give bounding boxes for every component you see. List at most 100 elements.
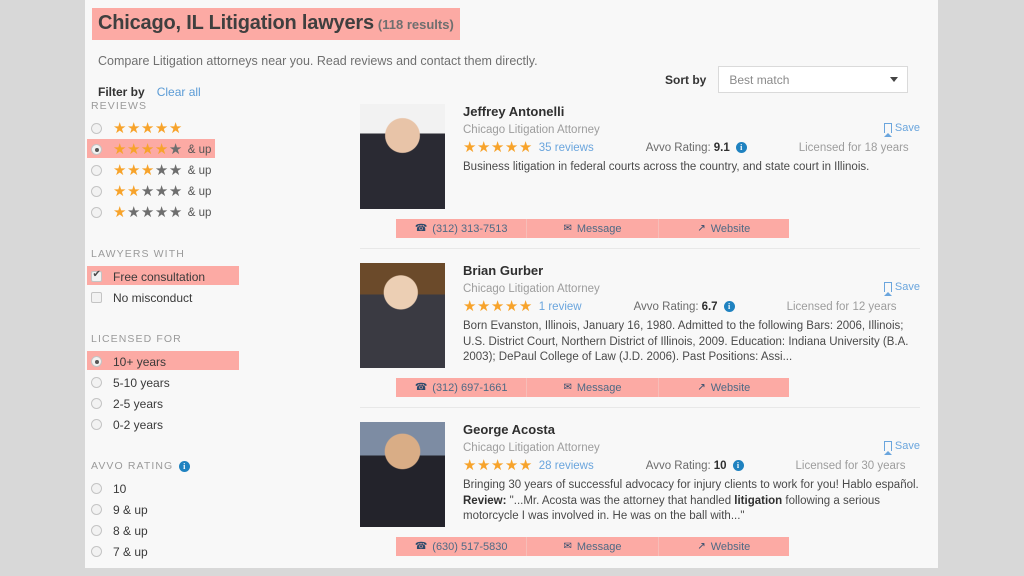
save-label: Save — [894, 440, 920, 452]
call-button[interactable]: ☎ (312) 697-1661 — [396, 378, 526, 397]
description-text: Business litigation in federal courts ac… — [463, 161, 870, 173]
avvo-rating-value: 9.1 — [713, 141, 730, 154]
star-filled-icon: ★ — [126, 183, 141, 200]
listing-meta: ★ ★ ★ ★ ★ 28 reviews Avvo Rating: 10 i Licensed f… — [463, 458, 920, 473]
website-button[interactable]: ↗ Website — [657, 378, 789, 397]
radio-input[interactable] — [91, 186, 102, 197]
licensed-duration: Licensed for 12 years — [786, 300, 897, 313]
avvo-rating-label: Avvo Rating: — [645, 141, 711, 154]
radio-input[interactable] — [91, 356, 102, 367]
lawyer-title: Chicago Litigation Attorney — [463, 442, 600, 454]
radio-input[interactable] — [91, 504, 102, 515]
filter-option[interactable]: 2-5 years — [85, 393, 350, 414]
star-filled-icon: ★ — [154, 120, 169, 137]
checkbox-input[interactable] — [91, 269, 102, 282]
message-button[interactable]: ✉ Message — [526, 537, 657, 556]
listing-actions: ☎ (630) 517-5830 ✉ Message ↗ Website — [396, 537, 789, 556]
bookmark-icon — [883, 282, 892, 296]
radio-input[interactable] — [91, 377, 102, 388]
call-button[interactable]: ☎ (312) 313-7513 — [396, 219, 526, 238]
reviews-link[interactable]: 1 review — [539, 301, 582, 313]
info-icon[interactable]: i — [732, 460, 744, 471]
description-text: Born Evanston, Illinois, January 16, 198… — [463, 320, 909, 363]
bookmark-icon — [883, 123, 892, 137]
filter-option[interactable]: ★ ★ ★ ★ ★ — [85, 118, 350, 139]
filter-option[interactable]: 8 & up — [85, 520, 350, 541]
filter-option[interactable]: 5-10 years — [85, 372, 350, 393]
lawyer-photo[interactable] — [360, 104, 445, 209]
star-filled-icon: ★ — [154, 141, 169, 158]
star-empty-icon: ★ — [154, 204, 169, 221]
star-filled-icon: ★ — [476, 298, 491, 315]
website-button-label: Website — [710, 540, 751, 553]
website-button-label: Website — [710, 222, 751, 235]
website-button[interactable]: ↗ Website — [657, 219, 789, 238]
radio-input[interactable] — [91, 165, 102, 176]
filter-option[interactable]: 9 & up — [85, 499, 350, 520]
info-icon[interactable]: i — [735, 142, 747, 153]
page-title: Chicago, IL Litigation lawyers (118 resul… — [92, 8, 460, 40]
lawyer-title: Chicago Litigation Attorney — [463, 283, 600, 295]
filter-option[interactable]: ★ ★ ★ ★ ★ & up — [85, 139, 350, 160]
message-button[interactable]: ✉ Message — [526, 219, 657, 238]
radio-input[interactable] — [91, 483, 102, 494]
sort-select[interactable]: Best match — [718, 66, 909, 93]
lawyer-name[interactable]: Brian Gurber — [463, 263, 920, 278]
listing-actions: ☎ (312) 313-7513 ✉ Message ↗ Website — [396, 219, 789, 238]
save-button[interactable]: Save — [883, 281, 920, 296]
filter-option[interactable]: 0-2 years — [85, 414, 350, 435]
filter-option[interactable]: No misconduct — [85, 287, 350, 308]
star-filled-icon: ★ — [113, 120, 127, 137]
lawyer-photo[interactable] — [360, 263, 445, 368]
call-button-label: (312) 697-1661 — [432, 381, 508, 394]
envelope-icon: ✉ — [563, 541, 572, 552]
star-rating: ★ ★ ★ ★ ★ — [113, 121, 183, 136]
review-prefix: Review: — [463, 494, 507, 507]
lawyer-name[interactable]: Jeffrey Antonelli — [463, 104, 920, 119]
star-rating: ★ ★ ★ ★ ★ & up — [113, 205, 211, 220]
checkbox-input[interactable] — [91, 292, 102, 303]
info-icon[interactable]: i — [723, 301, 735, 312]
filter-option[interactable]: 10+ years — [85, 351, 350, 372]
results-list: Jeffrey Antonelli Chicago Litigation Atto… — [360, 104, 920, 566]
star-filled-icon: ★ — [476, 139, 491, 156]
save-button[interactable]: Save — [883, 440, 920, 455]
save-button[interactable]: Save — [883, 122, 920, 137]
radio-input[interactable] — [91, 546, 102, 557]
avvo-rating: Avvo Rating: 6.7 i — [634, 301, 735, 313]
lawyer-photo[interactable] — [360, 422, 445, 527]
filter-option[interactable]: ★ ★ ★ ★ ★ & up — [85, 202, 350, 223]
filter-option[interactable]: Free consultation — [85, 266, 350, 287]
radio-input[interactable] — [91, 144, 102, 155]
lawyer-name[interactable]: George Acosta — [463, 422, 920, 437]
avvo-rating: Avvo Rating: 10 i — [646, 460, 744, 472]
lawyer-title: Chicago Litigation Attorney — [463, 124, 600, 136]
star-filled-icon: ★ — [504, 457, 519, 474]
call-button[interactable]: ☎ (630) 517-5830 — [396, 537, 526, 556]
star-empty-icon: ★ — [140, 183, 155, 200]
radio-input[interactable] — [91, 525, 102, 536]
star-suffix-label: & up — [187, 164, 212, 177]
radio-input[interactable] — [91, 123, 102, 134]
avvo-rating: Avvo Rating: 9.1 i — [646, 142, 747, 154]
filter-option[interactable]: 7 & up — [85, 541, 350, 562]
star-empty-icon: ★ — [168, 204, 183, 221]
website-button[interactable]: ↗ Website — [657, 537, 789, 556]
lawyer-listing: Brian Gurber Chicago Litigation Attorney ★… — [360, 248, 920, 407]
radio-input[interactable] — [91, 398, 102, 409]
filter-option[interactable]: ★ ★ ★ ★ ★ & up — [85, 160, 350, 181]
radio-input[interactable] — [91, 419, 102, 430]
star-filled-icon: ★ — [463, 298, 477, 315]
clear-all-link[interactable]: Clear all — [157, 85, 201, 99]
message-button-label: Message — [576, 540, 622, 553]
reviews-link[interactable]: 35 reviews — [539, 142, 594, 154]
info-icon[interactable]: i — [179, 460, 191, 472]
phone-icon: ☎ — [414, 382, 428, 393]
message-button[interactable]: ✉ Message — [526, 378, 657, 397]
radio-input[interactable] — [91, 207, 102, 218]
listing-body: George Acosta Chicago Litigation Attorney… — [360, 422, 920, 527]
call-button-label: (630) 517-5830 — [432, 540, 508, 553]
filter-option[interactable]: 10 — [85, 478, 350, 499]
filter-option[interactable]: ★ ★ ★ ★ ★ & up — [85, 181, 350, 202]
reviews-link[interactable]: 28 reviews — [539, 460, 594, 472]
